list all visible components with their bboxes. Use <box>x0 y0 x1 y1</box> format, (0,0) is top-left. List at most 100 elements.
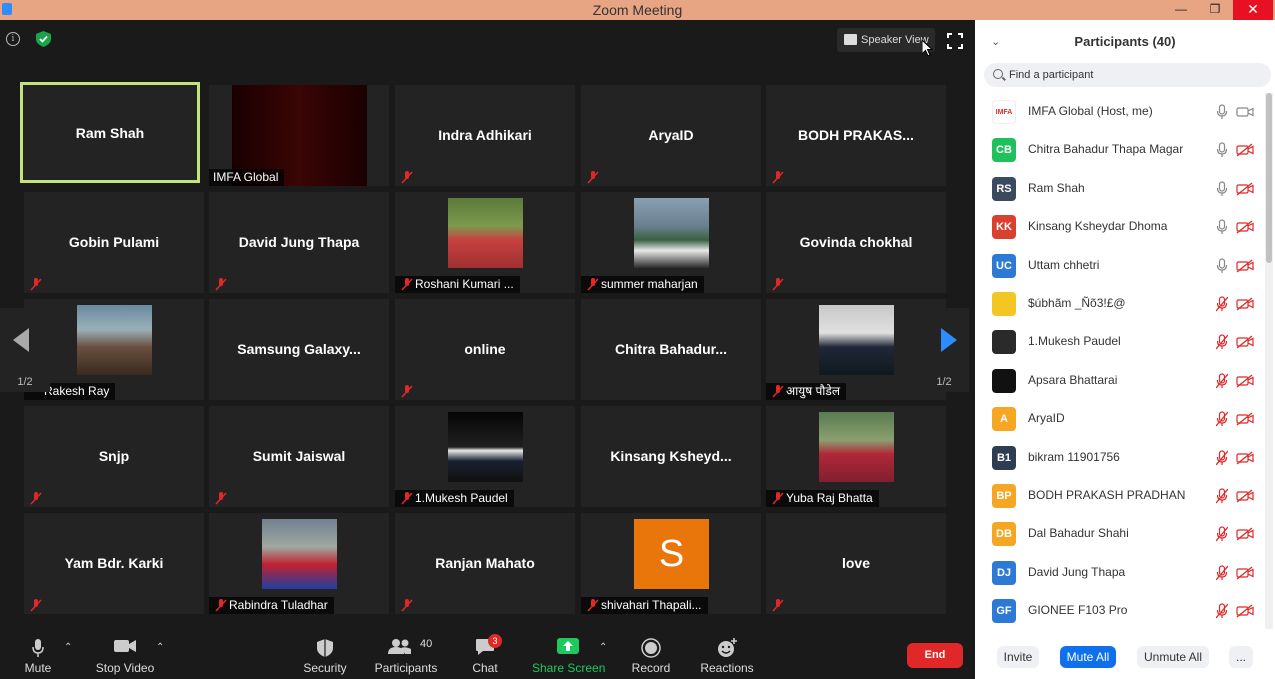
end-meeting-button[interactable]: End <box>907 643 963 668</box>
video-tile[interactable]: Rabindra Tuladhar <box>209 513 389 614</box>
microphone-icon[interactable] <box>1216 142 1228 158</box>
share-screen-button[interactable]: Share Screen <box>532 632 605 679</box>
mute-button[interactable]: Mute <box>18 632 58 679</box>
video-tile[interactable]: love <box>766 513 946 614</box>
video-tile[interactable]: Yam Bdr. Karki <box>24 513 204 614</box>
meeting-toolbar: Mute ⌃ Stop Video ⌃ Security 40 Particip… <box>0 632 975 679</box>
participant-search-input[interactable]: Find a participant <box>984 63 1271 87</box>
video-tile[interactable]: Samsung Galaxy... <box>209 299 389 400</box>
video-off-icon[interactable] <box>1236 451 1254 465</box>
muted-mic-icon[interactable] <box>1216 411 1228 427</box>
video-tile[interactable]: Gobin Pulami <box>24 192 204 293</box>
muted-mic-icon[interactable] <box>1216 296 1228 312</box>
video-off-icon[interactable] <box>1236 374 1254 388</box>
share-options-caret[interactable]: ⌃ <box>599 642 607 653</box>
video-off-icon[interactable] <box>1236 566 1254 580</box>
video-off-icon[interactable] <box>1236 259 1254 273</box>
invite-button[interactable]: Invite <box>997 646 1039 668</box>
encryption-shield-icon[interactable] <box>36 31 51 47</box>
muted-mic-icon <box>30 278 42 291</box>
microphone-icon[interactable] <box>1216 104 1228 120</box>
participant-row[interactable]: KK Kinsang Ksheydar Dhoma <box>975 208 1275 246</box>
participant-row[interactable]: DJ David Jung Thapa <box>975 554 1275 592</box>
more-options-button[interactable]: ... <box>1229 646 1253 668</box>
video-off-icon[interactable] <box>1236 412 1254 426</box>
video-off-icon[interactable] <box>1236 143 1254 157</box>
close-button[interactable]: ✕ <box>1233 0 1273 20</box>
participant-row[interactable]: RS Ram Shah <box>975 170 1275 208</box>
participant-row[interactable]: $úbhãm _Ñõ3!£@ <box>975 285 1275 323</box>
participant-name: Gobin Pulami <box>68 234 160 250</box>
video-off-icon[interactable] <box>1236 489 1254 503</box>
participant-row[interactable]: A AryaID <box>975 400 1275 438</box>
muted-mic-icon[interactable] <box>1216 526 1228 542</box>
video-tile[interactable]: Indra Adhikari <box>395 85 575 186</box>
video-tile[interactable]: Snjp <box>24 406 204 507</box>
participants-button[interactable]: 40 Participants <box>372 632 440 679</box>
video-off-icon[interactable] <box>1236 527 1254 541</box>
stop-video-button[interactable]: Stop Video <box>90 632 160 679</box>
video-tile[interactable]: Chitra Bahadur... <box>581 299 761 400</box>
video-tile[interactable]: Sumit Jaiswal <box>209 406 389 507</box>
participant-row[interactable]: B1 bikram 11901756 <box>975 439 1275 477</box>
meeting-info-icon[interactable]: i <box>6 32 20 46</box>
video-tile[interactable]: Ranjan Mahato <box>395 513 575 614</box>
muted-mic-icon <box>587 278 599 291</box>
mute-all-button[interactable]: Mute All <box>1060 646 1116 668</box>
page-indicator: 1/2 <box>17 376 33 388</box>
minimize-button[interactable]: — <box>1164 0 1198 20</box>
video-tile[interactable]: Kinsang Ksheyd... <box>581 406 761 507</box>
participant-row[interactable]: 1.Mukesh Paudel <box>975 323 1275 361</box>
participant-row[interactable]: CB Chitra Bahadur Thapa Magar <box>975 131 1275 169</box>
video-options-caret[interactable]: ⌃ <box>156 642 164 653</box>
restore-button[interactable]: ❐ <box>1198 0 1232 20</box>
video-tile[interactable]: 1.Mukesh Paudel <box>395 406 575 507</box>
muted-mic-icon[interactable] <box>1216 488 1228 504</box>
participant-row[interactable]: DB Dal Bahadur Shahi <box>975 515 1275 553</box>
video-tile[interactable]: S shivahari Thapali... <box>581 513 761 614</box>
participants-label: Participants <box>374 661 438 675</box>
video-tile[interactable]: IMFA Global <box>209 85 389 186</box>
video-tile[interactable]: BODH PRAKAS... <box>766 85 946 186</box>
video-off-icon[interactable] <box>1236 604 1254 618</box>
muted-mic-icon[interactable] <box>1216 449 1228 466</box>
muted-mic-icon[interactable] <box>1216 603 1228 619</box>
video-tile[interactable]: online <box>395 299 575 400</box>
security-button[interactable]: Security <box>300 632 350 679</box>
audio-options-caret[interactable]: ⌃ <box>64 642 72 653</box>
video-off-icon[interactable] <box>1236 220 1254 234</box>
microphone-icon[interactable] <box>1216 219 1228 235</box>
participant-row[interactable]: Apsara Bhattarai <box>975 362 1275 400</box>
muted-mic-icon[interactable] <box>1216 565 1228 581</box>
participant-row[interactable]: UC Uttam chhetri <box>975 247 1275 285</box>
microphone-icon[interactable] <box>1216 181 1228 197</box>
video-off-icon[interactable] <box>1236 335 1254 349</box>
participant-avatar: RS <box>992 176 1016 201</box>
participant-row[interactable]: GF GIONEE F103 Pro <box>975 592 1275 630</box>
chat-button[interactable]: 3 Chat <box>465 632 505 679</box>
video-camera-icon[interactable] <box>1236 105 1254 119</box>
next-page-button[interactable]: 1/2 <box>919 308 969 392</box>
microphone-icon[interactable] <box>1216 257 1228 274</box>
muted-mic-icon <box>215 599 227 612</box>
record-button[interactable]: Record <box>629 632 673 679</box>
participant-row[interactable]: IMFA IMFA Global (Host, me) <box>975 93 1275 131</box>
video-off-icon[interactable] <box>1236 297 1254 311</box>
video-tile[interactable]: Govinda chokhal <box>766 192 946 293</box>
previous-page-button[interactable]: 1/2 <box>0 308 50 392</box>
video-tile[interactable]: Yuba Raj Bhatta <box>766 406 946 507</box>
video-off-icon[interactable] <box>1236 182 1254 196</box>
participant-row[interactable]: BP BODH PRAKASH PRADHAN <box>975 477 1275 515</box>
unmute-all-button[interactable]: Unmute All <box>1137 646 1209 668</box>
muted-mic-icon[interactable] <box>1216 334 1228 350</box>
video-tile[interactable]: Ram Shah <box>20 82 200 183</box>
reactions-button[interactable]: Reactions <box>700 632 754 679</box>
muted-mic-icon[interactable] <box>1216 373 1228 389</box>
video-tile[interactable]: Rakesh Ray <box>24 299 204 400</box>
fullscreen-icon[interactable] <box>947 33 963 49</box>
video-tile[interactable]: Roshani Kumari ... <box>395 192 575 293</box>
video-tile[interactable]: David Jung Thapa <box>209 192 389 293</box>
speaker-view-button[interactable]: Speaker View <box>837 28 935 52</box>
video-tile[interactable]: AryaID <box>581 85 761 186</box>
video-tile[interactable]: summer maharjan <box>581 192 761 293</box>
